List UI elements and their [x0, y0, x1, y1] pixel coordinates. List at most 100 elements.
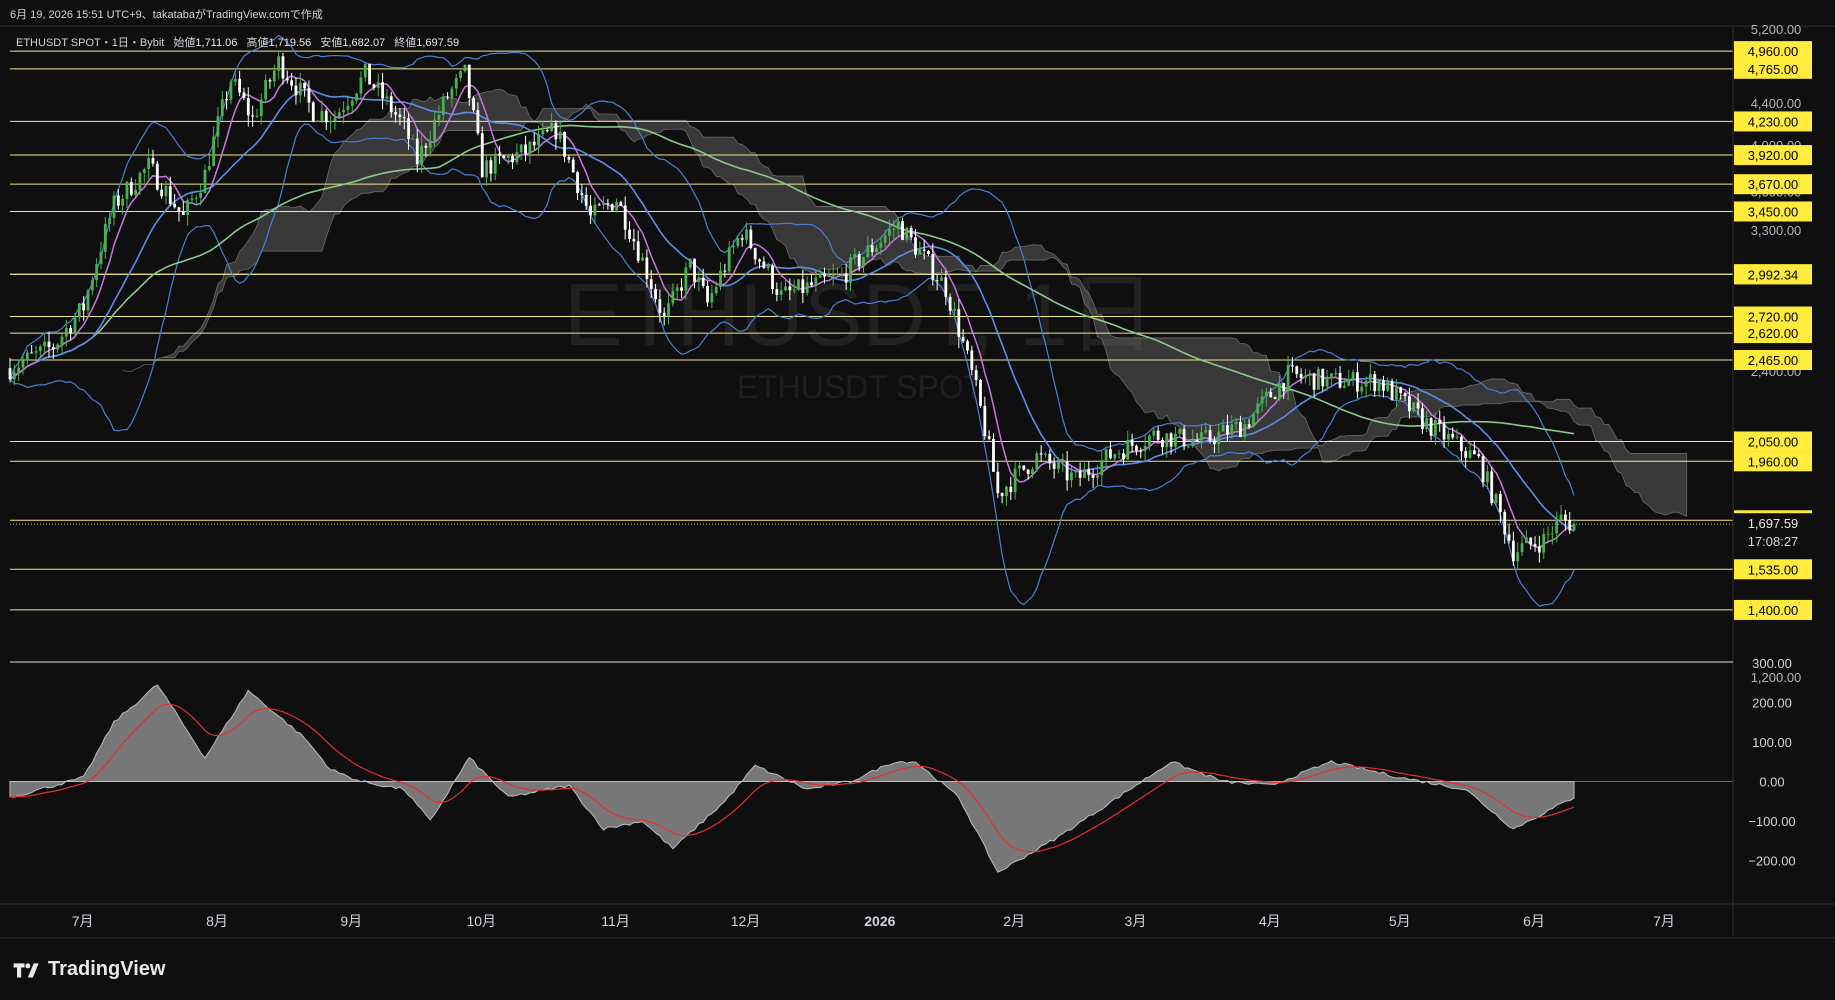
candle-body [784, 286, 787, 291]
candle-body [199, 192, 203, 198]
tradingview-brand[interactable]: TradingView [12, 958, 165, 981]
candle-body [1091, 474, 1095, 478]
candle-body [17, 367, 21, 373]
candle-body [1117, 453, 1121, 455]
candle-body [1265, 392, 1268, 397]
candle-body [155, 163, 159, 190]
candle-body [1226, 425, 1229, 435]
candle-body [498, 153, 501, 156]
candle-body [927, 250, 930, 255]
candle-body [381, 82, 384, 99]
candle-body [441, 96, 445, 115]
candle-body [1269, 392, 1273, 398]
watermark-title: ETHUSDT, 1日 [564, 265, 1156, 364]
open-label: 始値 [173, 37, 196, 49]
candle-body [311, 102, 315, 122]
candle-body [649, 279, 653, 289]
candle-body [931, 254, 935, 281]
candle-body [1070, 472, 1073, 481]
candle-body [853, 254, 857, 258]
candle-body [1256, 403, 1260, 414]
candle-body [701, 277, 705, 286]
candle-body [294, 85, 298, 96]
osc-tick-label: 300.00 [1752, 656, 1792, 671]
chart-caption: 6月 19, 2026 15:51 UTC+9、takatabaがTrading… [10, 9, 323, 21]
candle-body [966, 341, 969, 351]
candle-body [753, 248, 757, 260]
candle-body [1031, 469, 1034, 474]
candle-body [30, 352, 34, 354]
candle-body [805, 282, 809, 294]
candle-body [255, 115, 259, 117]
candle-body [658, 299, 662, 313]
candle-body [879, 242, 883, 248]
candle-body [160, 189, 164, 197]
level-label: 3,670.00 [1748, 177, 1799, 192]
candle-body [476, 110, 480, 134]
candle-body [1013, 468, 1017, 492]
candle-body [866, 245, 870, 258]
chart-canvas[interactable]: ETHUSDT, 1日 ETHUSDT SPOT 5,200.00 4,400.0… [0, 0, 1835, 1000]
candle-body [1351, 372, 1355, 380]
candle-body [121, 198, 125, 206]
candle-body [394, 112, 397, 115]
candle-body [1481, 456, 1485, 483]
candle-body [632, 238, 636, 242]
candle-body [138, 172, 142, 191]
candle-body [268, 79, 272, 82]
candle-body [1026, 469, 1030, 474]
candle-body [996, 471, 1000, 494]
candle-body [762, 261, 766, 269]
candle-body [99, 251, 103, 265]
candle-body [641, 257, 644, 261]
candle-body [1200, 432, 1203, 441]
candle-body [1174, 433, 1177, 447]
candle-body [277, 56, 281, 71]
candle-body [450, 88, 454, 98]
candle-body [493, 153, 497, 174]
candle-body [368, 64, 371, 85]
candle-body [654, 288, 657, 300]
candle-body [316, 120, 320, 122]
time-axis-label: 5月 [1389, 913, 1411, 929]
candle-body [194, 197, 198, 199]
candle-body [987, 436, 991, 439]
candle-body [73, 317, 77, 334]
candle-body [168, 186, 172, 204]
brand-name: TradingView [48, 958, 166, 980]
candle-body [389, 96, 393, 113]
candle-body [1559, 514, 1563, 520]
candle-body [1109, 449, 1112, 459]
close-label: 終値 [394, 37, 417, 49]
candle-body [1009, 486, 1013, 492]
candle-body [857, 254, 861, 267]
candle-body [1377, 380, 1381, 392]
candle-body [359, 77, 363, 94]
candle-body [428, 140, 432, 148]
open-value: 1,711.06 [195, 37, 238, 49]
candle-body [576, 172, 579, 194]
candle-body [1148, 435, 1151, 446]
candle-body [1347, 379, 1351, 386]
candle-body [1000, 493, 1004, 497]
candle-body [1312, 373, 1316, 390]
candle-body [485, 160, 488, 178]
candle-body [1247, 424, 1251, 428]
time-axis-label: 2026 [864, 913, 895, 929]
candle-body [619, 202, 623, 206]
candle-body [415, 138, 419, 165]
candle-body [467, 64, 471, 99]
candle-body [602, 203, 605, 205]
level-label: 2,620.00 [1748, 326, 1799, 341]
candle-body [836, 273, 839, 275]
background [0, 0, 1835, 1000]
candle-body [597, 204, 601, 206]
candle-body [229, 81, 233, 100]
level-label: 1,535.00 [1748, 562, 1799, 577]
candle-body [251, 115, 255, 117]
time-axis-label: 7月 [1653, 913, 1675, 929]
price-tick-label: 1,200.00 [1751, 670, 1802, 685]
candle-body [337, 112, 341, 118]
candle-body [1433, 419, 1437, 436]
candle-body [1442, 423, 1446, 440]
